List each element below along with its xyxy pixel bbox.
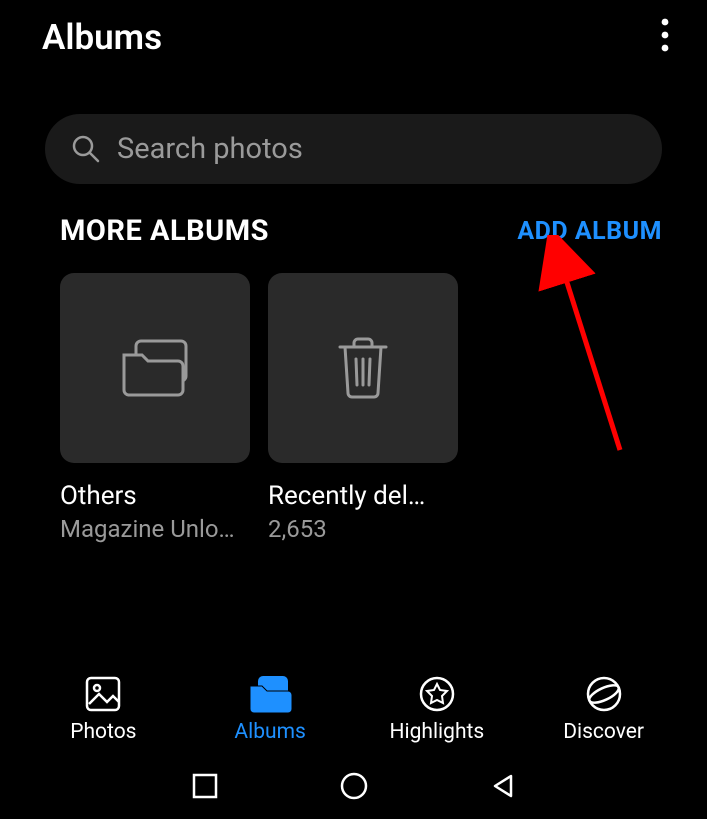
nav-albums[interactable]: Albums	[205, 674, 335, 744]
search-icon	[70, 133, 102, 165]
bottom-nav: Photos Albums Highlights Discover	[0, 661, 707, 756]
system-recent-button[interactable]	[191, 772, 219, 804]
discover-icon	[584, 674, 624, 714]
nav-photos[interactable]: Photos	[38, 674, 168, 744]
album-recently-deleted[interactable]: Recently del… 2,653	[268, 273, 458, 543]
highlights-icon	[417, 674, 457, 714]
system-nav-bar	[0, 757, 707, 819]
square-icon	[191, 772, 219, 800]
nav-label: Highlights	[390, 720, 485, 744]
nav-label: Photos	[70, 720, 136, 744]
album-subtitle: Magazine Unlo…	[60, 515, 250, 543]
search-placeholder: Search photos	[117, 132, 303, 166]
page-title: Albums	[42, 17, 162, 58]
album-thumb	[60, 273, 250, 463]
album-subtitle: 2,653	[268, 515, 458, 543]
folder-icon	[120, 339, 190, 397]
albums-icon	[248, 674, 292, 714]
album-others[interactable]: Others Magazine Unlo…	[60, 273, 250, 543]
add-album-button[interactable]: ADD ALBUM	[517, 217, 662, 246]
system-home-button[interactable]	[339, 771, 369, 805]
system-back-button[interactable]	[489, 772, 517, 804]
nav-discover[interactable]: Discover	[539, 674, 669, 744]
section-title: MORE ALBUMS	[60, 214, 269, 248]
nav-label: Albums	[234, 720, 305, 744]
photos-icon	[83, 674, 123, 714]
album-thumb	[268, 273, 458, 463]
more-vertical-icon	[661, 18, 669, 52]
nav-highlights[interactable]: Highlights	[372, 674, 502, 744]
album-title: Others	[60, 481, 250, 511]
album-title: Recently del…	[268, 481, 458, 511]
search-input[interactable]: Search photos	[45, 114, 662, 184]
nav-label: Discover	[563, 720, 644, 744]
triangle-back-icon	[489, 772, 517, 800]
album-grid: Others Magazine Unlo… Recently del… 2,65…	[0, 273, 707, 543]
circle-icon	[339, 771, 369, 801]
trash-icon	[336, 337, 390, 399]
more-options-button[interactable]	[653, 10, 677, 64]
